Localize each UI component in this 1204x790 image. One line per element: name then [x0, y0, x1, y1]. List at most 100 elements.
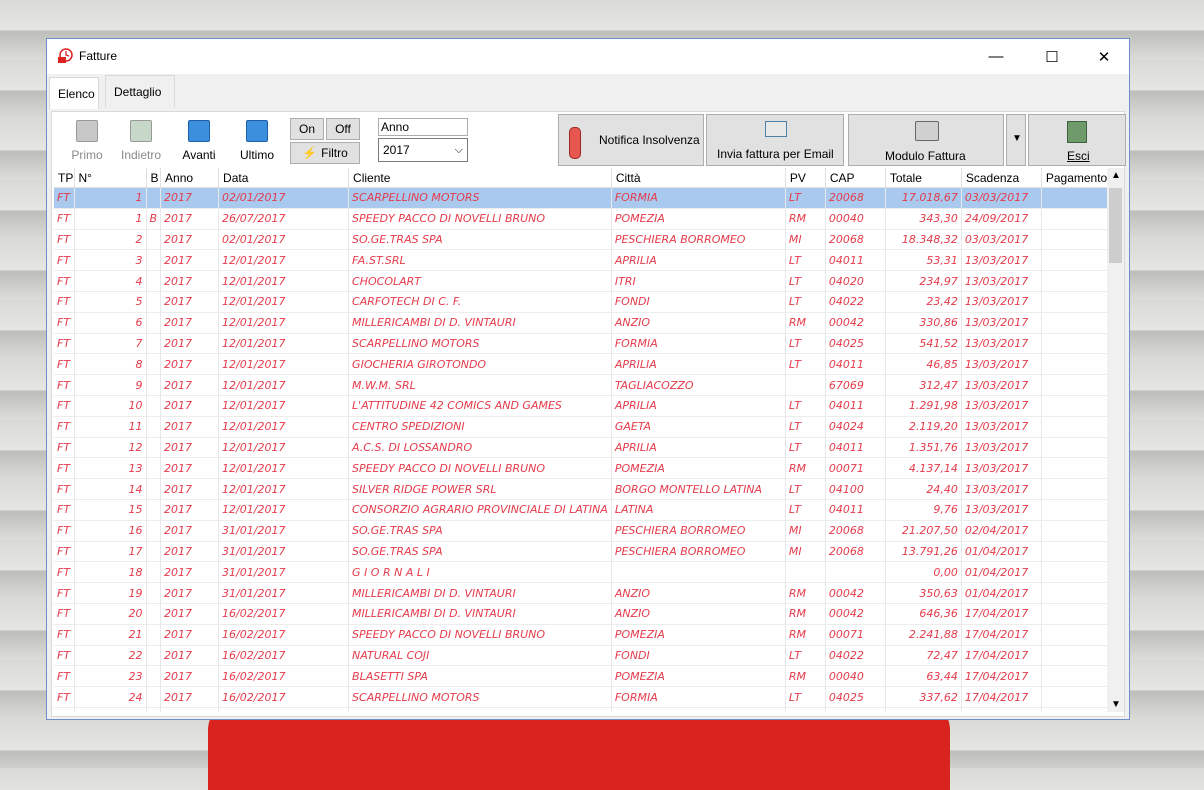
table-row[interactable]: FT 20 2017 16/02/2017 MILLERICAMBI DI D. VIN…: [54, 603, 1124, 625]
close-button[interactable]: ✕: [1081, 39, 1127, 74]
column-header[interactable]: CAP: [825, 168, 886, 188]
notifica-insolvenza-button[interactable]: Notifica Insolvenza: [558, 114, 704, 166]
table-row[interactable]: FT 9 2017 12/01/2017 M.W.M. SRL TAGLIACOZZO 67…: [54, 374, 1124, 396]
table-cell: CHOCOLART: [348, 270, 612, 292]
table-row[interactable]: FT 5 2017 12/01/2017 CARFOTECH DI C. F. FONDI…: [54, 291, 1124, 313]
modulo-dropdown-button[interactable]: ▼: [1006, 114, 1026, 166]
table-cell: [146, 270, 162, 292]
tab-dettaglio[interactable]: Dettaglio: [105, 75, 175, 107]
scroll-up-icon[interactable]: ▲: [1111, 170, 1121, 181]
table-cell: PESCHIERA BORROMEO: [611, 229, 786, 251]
table-cell: A.C.S. DI LOSSANDRO: [348, 437, 612, 459]
table-row[interactable]: FT 12 2017 12/01/2017 A.C.S. DI LOSSANDRO APR…: [54, 437, 1124, 459]
table-cell: [146, 520, 162, 542]
invia-email-button[interactable]: Invia fattura per Email: [706, 114, 844, 166]
column-header[interactable]: Anno: [160, 168, 220, 188]
table-cell: [146, 457, 162, 480]
table-cell: 12: [74, 437, 147, 459]
table-cell: 03/03/2017: [961, 229, 1042, 251]
table-row[interactable]: FT 17 2017 31/01/2017 SO.GE.TRAS SPA PESCHIER…: [54, 541, 1124, 563]
table-row[interactable]: FT 6 2017 12/01/2017 MILLERICAMBI DI D. VINT…: [54, 312, 1124, 334]
table-row[interactable]: FT 19 2017 31/01/2017 MILLERICAMBI DI D. VIN…: [54, 582, 1124, 604]
indietro-button[interactable]: Indietro: [114, 118, 168, 166]
esci-button[interactable]: Esci: [1028, 114, 1126, 166]
table-cell: LT: [785, 686, 826, 708]
column-header[interactable]: Data: [218, 168, 350, 188]
column-header[interactable]: TP: [54, 168, 75, 188]
table-row[interactable]: FT 4 2017 12/01/2017 CHOCOLART ITRI LT 04020 234…: [54, 270, 1124, 292]
table-row[interactable]: FT 16 2017 31/01/2017 SO.GE.TRAS SPA PESCHIER…: [54, 520, 1124, 542]
table-cell: SPEEDY PACCO DI NOVELLI BRUNO: [348, 457, 612, 480]
table-cell: 6: [74, 312, 147, 334]
table-cell: 20068: [825, 229, 886, 251]
maximize-button[interactable]: ☐: [1029, 39, 1075, 74]
scroll-down-icon[interactable]: ▼: [1111, 699, 1121, 710]
exit-door-icon: [1067, 121, 1087, 143]
table-row[interactable]: FT 21 2017 16/02/2017 SPEEDY PACCO DI NOVELL…: [54, 624, 1124, 646]
table-cell: 12/01/2017: [218, 374, 350, 396]
table-cell: [146, 291, 162, 313]
table-cell: 2017: [160, 665, 220, 688]
table-row[interactable]: FT 22 2017 16/02/2017 NATURAL COJI FONDI LT 040…: [54, 645, 1124, 667]
primo-button[interactable]: Primo: [60, 118, 114, 166]
tab-elenco[interactable]: Elenco: [49, 77, 99, 109]
table-cell: POMEZIA: [611, 624, 786, 646]
column-header[interactable]: PV: [785, 168, 826, 188]
table-row[interactable]: FT 11 2017 12/01/2017 CENTRO SPEDIZIONI GAETA…: [54, 416, 1124, 438]
table-row[interactable]: FT 2 2017 02/01/2017 SO.GE.TRAS SPA PESCHIERA…: [54, 229, 1124, 251]
table-cell: LATINA: [611, 499, 786, 521]
table-cell: BORGO MONTELLO LATINA: [611, 478, 786, 500]
anno-select[interactable]: 2017 ⌵: [378, 138, 468, 162]
table-cell: FT: [54, 645, 75, 667]
column-header[interactable]: Cliente: [348, 168, 612, 188]
table-row[interactable]: FT 7 2017 12/01/2017 SCARPELLINO MOTORS FORMI…: [54, 333, 1124, 355]
column-header[interactable]: Città: [611, 168, 786, 188]
scroll-thumb[interactable]: [1109, 188, 1122, 263]
chevron-down-icon: ⌵: [454, 144, 463, 156]
avanti-button[interactable]: Avanti: [172, 118, 226, 166]
table-cell: GAETA: [611, 416, 786, 438]
table-cell: FT: [54, 374, 75, 396]
table-cell: APRILIA: [611, 395, 786, 417]
table-cell: 18.348,32: [885, 229, 962, 251]
table-cell: 11: [74, 416, 147, 438]
table-cell: FT: [54, 520, 75, 542]
table-row[interactable]: FT 10 2017 12/01/2017 L'ATTITUDINE 42 COMICS…: [54, 395, 1124, 417]
table-cell: 1.351,76: [885, 437, 962, 459]
table-row[interactable]: FT 3 2017 12/01/2017 FA.ST.SRL APRILIA LT 04011…: [54, 249, 1124, 272]
table-cell: 234,97: [885, 270, 962, 292]
table-row[interactable]: FT 8 2017 12/01/2017 GIOCHERIA GIROTONDO APRI…: [54, 353, 1124, 376]
minimize-button[interactable]: —: [973, 39, 1019, 74]
table-cell: 16/02/2017: [218, 624, 350, 646]
table-row[interactable]: FT25 201716/02/2017M.W.M. SRLTAGLIACOZZO 6…: [54, 707, 1124, 712]
filtro-button[interactable]: ⚡ Filtro: [290, 142, 360, 164]
ultimo-button[interactable]: Ultimo: [230, 118, 284, 166]
table-row[interactable]: FT 1 2017 02/01/2017 SCARPELLINO MOTORS FORMI…: [54, 187, 1124, 209]
table-cell: 17/04/2017: [961, 624, 1042, 646]
table-cell: 5: [74, 291, 147, 313]
table-cell: POMEZIA: [611, 208, 786, 230]
modulo-fattura-button[interactable]: Modulo Fattura: [848, 114, 1004, 166]
table-cell: 46,85: [885, 353, 962, 376]
table-row[interactable]: FT 24 2017 16/02/2017 SCARPELLINO MOTORS FORM…: [54, 686, 1124, 708]
filter-on-button[interactable]: On: [290, 118, 324, 140]
table-row[interactable]: FT 15 2017 12/01/2017 CONSORZIO AGRARIO PROV…: [54, 499, 1124, 521]
table-row[interactable]: FT 1 B 2017 26/07/2017 SPEEDY PACCO DI NOVELL…: [54, 208, 1124, 230]
column-header[interactable]: Totale: [885, 168, 962, 188]
table-row[interactable]: FT 14 2017 12/01/2017 SILVER RIDGE POWER SRL…: [54, 478, 1124, 500]
column-header[interactable]: B: [146, 168, 162, 188]
filter-off-button[interactable]: Off: [326, 118, 360, 140]
table-row[interactable]: FT 13 2017 12/01/2017 SPEEDY PACCO DI NOVELL…: [54, 457, 1124, 480]
table-row[interactable]: FT 18 2017 31/01/2017 G I O R N A L I 0,00 01/…: [54, 561, 1124, 584]
table-cell: 2017: [160, 187, 220, 209]
table-cell: MILLERICAMBI DI D. VINTAURI: [348, 582, 612, 604]
column-header[interactable]: N°: [74, 168, 147, 188]
table-cell: FT: [54, 333, 75, 355]
table-cell: 63,44: [885, 665, 962, 688]
table-cell: 26/07/2017: [218, 208, 350, 230]
table-cell: [146, 582, 162, 604]
column-header[interactable]: Scadenza: [961, 168, 1042, 188]
table-row[interactable]: FT 23 2017 16/02/2017 BLASETTI SPA POMEZIA RM 0…: [54, 665, 1124, 688]
table-cell: FT: [54, 395, 75, 417]
vertical-scrollbar[interactable]: ▲ ▼: [1107, 168, 1124, 712]
